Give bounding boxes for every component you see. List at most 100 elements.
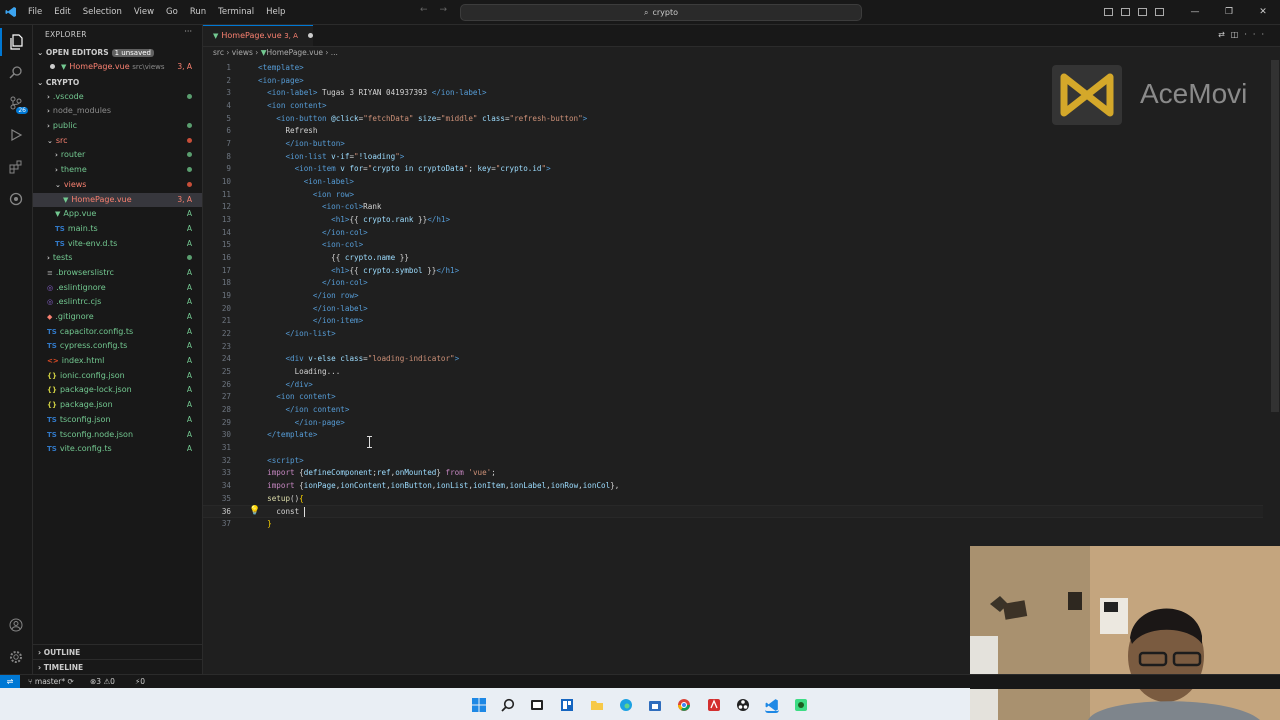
remote-icon[interactable]: ⇌ — [0, 675, 20, 689]
menu-view[interactable]: View — [128, 7, 160, 17]
gear-icon[interactable] — [0, 643, 32, 671]
branch-indicator[interactable]: ⑂ master* ⟳ — [28, 675, 74, 689]
tree-item[interactable]: ⌄ views — [33, 178, 202, 193]
lightbulb-icon[interactable]: 💡 — [249, 506, 260, 516]
customize-layout-icon[interactable] — [1155, 8, 1164, 16]
code-line: 27 <ion content> — [203, 391, 1263, 404]
tree-item[interactable]: › router — [33, 148, 202, 163]
menu-help[interactable]: Help — [260, 7, 291, 17]
code-token: <ion row> — [312, 189, 355, 199]
source-control-icon[interactable]: 26 — [0, 89, 32, 117]
tree-item[interactable]: TS cypress.config.ts A — [33, 339, 202, 354]
tree-item[interactable]: › public — [33, 119, 202, 134]
tree-item[interactable]: ▼ App.vue A — [33, 207, 202, 222]
code-token: </ion-item> — [312, 316, 364, 326]
tree-item[interactable]: ⌄ src — [33, 134, 202, 149]
tree-item[interactable]: TS vite.config.ts A — [33, 442, 202, 457]
taskbar-search-icon[interactable] — [501, 697, 515, 712]
problems-indicator[interactable]: ⊗3 ⚠0 — [90, 675, 115, 689]
back-arrow-icon[interactable]: ← — [420, 5, 428, 15]
code-token: </ion-button> — [285, 139, 345, 149]
code-token: { — [294, 481, 304, 491]
task-view-icon[interactable] — [560, 697, 574, 711]
tree-item[interactable]: {} ionic.config.json A — [33, 369, 202, 384]
close-button[interactable]: ✕ — [1246, 7, 1280, 17]
search-icon[interactable] — [0, 58, 32, 86]
tree-item[interactable]: TS capacitor.config.ts A — [33, 325, 202, 340]
tree-item[interactable]: {} package-lock.json A — [33, 383, 202, 398]
open-editors-header[interactable]: ⌄ OPEN EDITORS 1 unsaved — [33, 45, 202, 60]
open-editor-item[interactable]: ▼ HomePage.vue src\views 3, A — [33, 60, 202, 75]
tree-item[interactable]: › theme — [33, 163, 202, 178]
git-status: A — [186, 267, 192, 277]
tree-item[interactable]: TS tsconfig.node.json A — [33, 428, 202, 443]
unsaved-dot-icon[interactable] — [50, 64, 55, 69]
tab-homepage-vue[interactable]: ▼ HomePage.vue 3, A — [203, 25, 314, 46]
menu-file[interactable]: File — [22, 7, 48, 17]
compare-icon[interactable]: ⇄ — [1218, 30, 1231, 39]
maximize-button[interactable]: ❐ — [1212, 7, 1246, 17]
code-line: 17 <h1>{{ crypto.symbol }}</h1> — [203, 265, 1263, 278]
command-center-search[interactable]: ⌕ crypto — [460, 4, 862, 21]
code-token: </ion content> — [285, 405, 350, 415]
tree-item[interactable]: TS main.ts A — [33, 222, 202, 237]
toggle-panel-icon[interactable] — [1121, 8, 1130, 16]
line-number: 19 — [221, 291, 231, 301]
menu-edit[interactable]: Edit — [48, 7, 76, 17]
unsaved-dot-icon[interactable] — [308, 33, 314, 38]
tree-item[interactable]: › tests — [33, 251, 202, 266]
toggle-sidebar-icon[interactable] — [1104, 8, 1113, 16]
remote-explorer-icon[interactable] — [0, 185, 32, 213]
tree-item[interactable]: {} package.json A — [33, 398, 202, 413]
tree-item[interactable]: › .vscode — [33, 90, 202, 105]
menu-terminal[interactable]: Terminal — [212, 7, 260, 17]
account-icon[interactable] — [0, 611, 32, 639]
chrome-icon[interactable] — [677, 697, 691, 711]
run-debug-icon[interactable] — [0, 121, 32, 149]
editor-scrollbar[interactable] — [1271, 60, 1279, 412]
tree-item[interactable]: ◎ .eslintrc.cjs A — [33, 295, 202, 310]
file-explorer-icon[interactable] — [590, 697, 604, 711]
tree-item[interactable]: ◆ .gitignore A — [33, 310, 202, 325]
outline-section[interactable]: › OUTLINE — [33, 644, 202, 659]
code-token: crypto.symbol — [363, 265, 423, 275]
tree-item[interactable]: TS tsconfig.json A — [33, 413, 202, 428]
ports-indicator[interactable]: ⚡0 — [135, 675, 145, 689]
taskbar-app-icon[interactable] — [530, 697, 544, 711]
extensions-icon[interactable] — [0, 153, 32, 181]
windows-start-icon[interactable] — [472, 697, 486, 712]
vscode-taskbar-icon[interactable] — [765, 697, 779, 713]
obs-icon[interactable] — [736, 697, 750, 711]
tree-item[interactable]: ▼ HomePage.vue 3, A — [33, 192, 202, 208]
line-number: 21 — [221, 316, 231, 326]
tree-item[interactable]: ≡ .browserslistrc A — [33, 266, 202, 281]
toggle-secondary-sidebar-icon[interactable] — [1138, 8, 1147, 16]
minimize-button[interactable]: — — [1178, 7, 1212, 17]
acrobat-icon[interactable] — [707, 697, 721, 711]
split-editor-icon[interactable]: ◫ — [1231, 30, 1245, 39]
code-line: 14 </ion-col> — [203, 227, 1263, 240]
forward-arrow-icon[interactable]: → — [440, 5, 448, 15]
android-studio-icon[interactable] — [794, 697, 808, 711]
menu-selection[interactable]: Selection — [77, 7, 128, 17]
code-line: 20 </ion-label> — [203, 303, 1263, 316]
timeline-section[interactable]: › TIMELINE — [33, 659, 202, 674]
edge-browser-icon[interactable] — [619, 697, 633, 711]
sync-icon[interactable]: ⟳ — [67, 677, 73, 686]
tree-item[interactable]: <> index.html A — [33, 354, 202, 369]
tree-item-label: vite-env.d.ts — [67, 238, 118, 248]
explorer-icon[interactable] — [0, 28, 32, 56]
menu-run[interactable]: Run — [184, 7, 212, 17]
vue-file-icon: ▼ — [63, 195, 69, 204]
project-header[interactable]: ⌄ CRYPTO — [33, 75, 202, 90]
store-icon[interactable] — [648, 697, 662, 711]
more-actions-icon[interactable]: ··· — [1244, 30, 1270, 39]
code-token: "middle" — [440, 113, 478, 123]
more-actions-icon[interactable]: ··· — [184, 27, 192, 36]
menu-go[interactable]: Go — [160, 7, 184, 17]
chevron-right-icon: › — [47, 92, 50, 101]
tree-item[interactable]: › node_modules — [33, 104, 202, 119]
tree-item[interactable]: TS vite-env.d.ts A — [33, 237, 202, 252]
tree-item[interactable]: ◎ .eslintignore A — [33, 281, 202, 296]
